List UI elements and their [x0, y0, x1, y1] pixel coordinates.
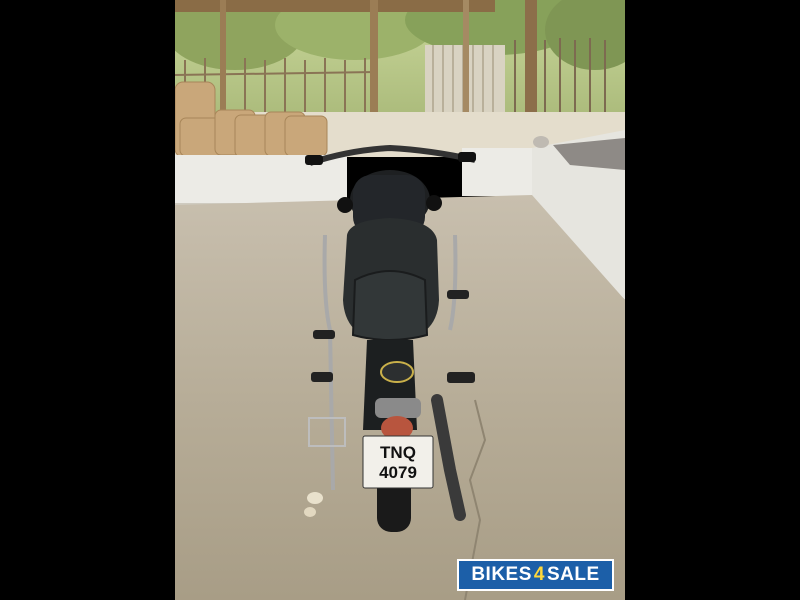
right-indicator: [426, 195, 442, 211]
tank-badge: [380, 361, 414, 383]
plate-line1: TNQ: [380, 443, 416, 462]
left-indicator: [337, 197, 353, 213]
watermark-prefix: BIKES: [471, 564, 532, 585]
watermark-middle: 4: [533, 564, 545, 585]
bikes4sale-watermark: BIKES 4 SALE: [457, 559, 614, 591]
watermark-suffix: SALE: [546, 564, 600, 585]
tail-light-housing: [375, 398, 421, 418]
motorcycle-photo: TNQ 4079: [175, 0, 625, 600]
pole: [220, 0, 226, 110]
plate-line2: 4079: [379, 463, 417, 482]
pot: [533, 136, 549, 148]
